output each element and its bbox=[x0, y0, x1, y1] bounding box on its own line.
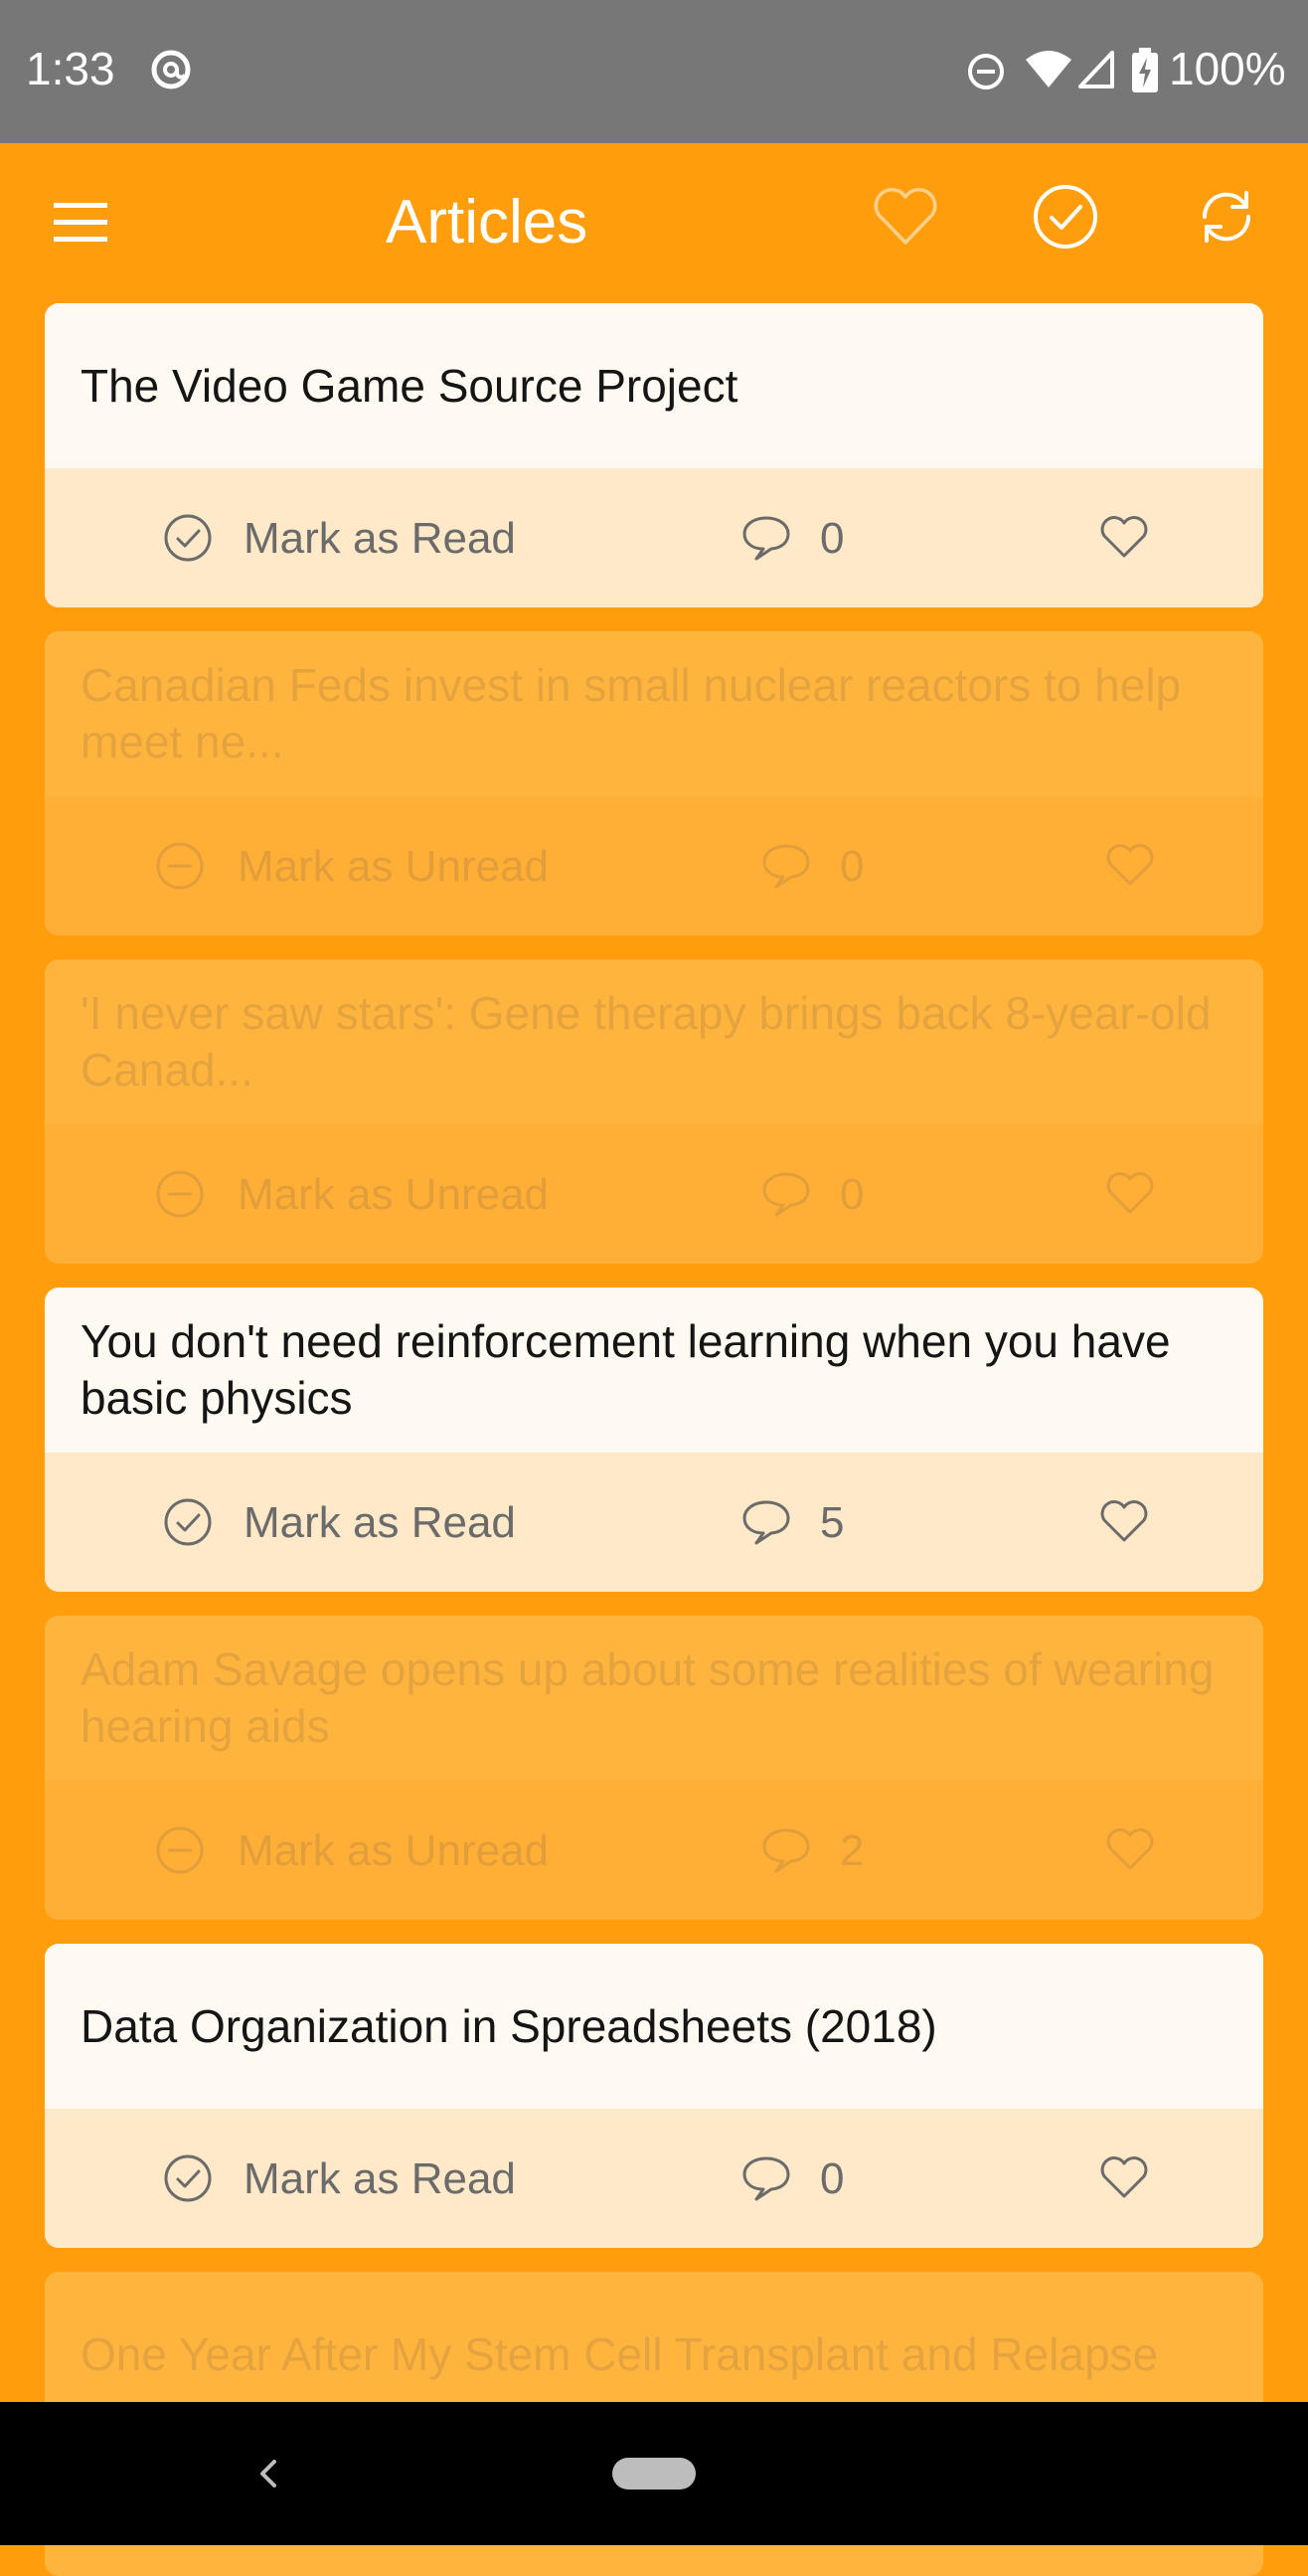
comment-count: 0 bbox=[840, 1170, 865, 1219]
article-actions: Mark as Read 0 bbox=[45, 468, 1263, 607]
mark-as-unread-button[interactable]: Mark as Unread bbox=[238, 1170, 549, 1220]
comment-count: 0 bbox=[840, 842, 865, 891]
article-card[interactable]: Adam Savage opens up about some realitie… bbox=[45, 1616, 1263, 1920]
mark-as-read-button[interactable]: Mark as Read bbox=[244, 2154, 516, 2204]
cell-signal-icon bbox=[1078, 51, 1114, 88]
minus-circle-icon[interactable] bbox=[154, 840, 206, 892]
article-actions: Mark as Read 5 bbox=[45, 1453, 1263, 1592]
minus-circle-icon[interactable] bbox=[154, 1824, 206, 1876]
heart-icon[interactable] bbox=[1098, 2152, 1150, 2204]
heart-icon[interactable] bbox=[1098, 512, 1150, 564]
heart-icon[interactable] bbox=[1104, 840, 1156, 892]
at-sign-icon bbox=[151, 50, 191, 89]
comment-icon[interactable] bbox=[760, 1168, 812, 1220]
wifi-icon bbox=[1026, 51, 1071, 87]
battery-percentage: 100% bbox=[1169, 43, 1286, 94]
heart-icon[interactable] bbox=[871, 183, 940, 253]
minus-circle-icon[interactable] bbox=[154, 1168, 206, 1220]
comment-icon[interactable] bbox=[740, 1496, 792, 1548]
check-circle-icon[interactable] bbox=[1030, 181, 1101, 253]
mark-as-read-button[interactable]: Mark as Read bbox=[244, 514, 516, 564]
back-icon[interactable] bbox=[248, 2450, 288, 2497]
comment-count: 2 bbox=[840, 1826, 865, 1875]
article-actions: Mark as Unread 0 bbox=[45, 1124, 1263, 1264]
comment-icon[interactable] bbox=[760, 840, 812, 892]
article-card[interactable]: Canadian Feds invest in small nuclear re… bbox=[45, 631, 1263, 936]
check-circle-icon[interactable] bbox=[162, 512, 214, 564]
mark-as-read-button[interactable]: Mark as Read bbox=[244, 1498, 516, 1548]
article-card[interactable]: 'I never saw stars': Gene therapy brings… bbox=[45, 959, 1263, 1264]
article-card[interactable]: You don't need reinforcement learning wh… bbox=[45, 1288, 1263, 1592]
app-bar: Articles bbox=[0, 143, 1308, 302]
article-title[interactable]: 'I never saw stars': Gene therapy brings… bbox=[45, 959, 1263, 1124]
article-title[interactable]: You don't need reinforcement learning wh… bbox=[45, 1288, 1263, 1453]
article-title[interactable]: The Video Game Source Project bbox=[45, 303, 1263, 468]
article-card[interactable]: The Video Game Source Project Mark as Re… bbox=[45, 303, 1263, 607]
refresh-icon[interactable] bbox=[1191, 181, 1262, 253]
status-time: 1:33 bbox=[26, 43, 115, 94]
comment-count: 0 bbox=[820, 2154, 845, 2203]
page-title: Articles bbox=[386, 188, 588, 257]
comment-icon[interactable] bbox=[760, 1824, 812, 1876]
comment-count: 0 bbox=[820, 514, 845, 563]
article-title[interactable]: Canadian Feds invest in small nuclear re… bbox=[45, 631, 1263, 796]
article-actions: Mark as Unread 0 bbox=[45, 796, 1263, 936]
navigation-bar bbox=[0, 2402, 1308, 2545]
check-circle-icon[interactable] bbox=[162, 2152, 214, 2204]
home-pill[interactable] bbox=[612, 2458, 696, 2490]
comment-count: 5 bbox=[820, 1498, 845, 1547]
check-circle-icon[interactable] bbox=[162, 1496, 214, 1548]
battery-charging-icon bbox=[1132, 48, 1158, 92]
article-card[interactable]: Data Organization in Spreadsheets (2018)… bbox=[45, 1944, 1263, 2248]
heart-icon[interactable] bbox=[1104, 1168, 1156, 1220]
heart-icon[interactable] bbox=[1098, 1496, 1150, 1548]
article-actions: Mark as Unread 2 bbox=[45, 1781, 1263, 1920]
status-bar: 1:33 100% bbox=[0, 0, 1308, 143]
comment-icon[interactable] bbox=[740, 2152, 792, 2204]
mark-as-unread-button[interactable]: Mark as Unread bbox=[238, 842, 549, 892]
heart-icon[interactable] bbox=[1104, 1824, 1156, 1876]
article-title[interactable]: Adam Savage opens up about some realitie… bbox=[45, 1616, 1263, 1781]
article-title[interactable]: Data Organization in Spreadsheets (2018) bbox=[45, 1944, 1263, 2109]
mark-as-unread-button[interactable]: Mark as Unread bbox=[238, 1826, 549, 1876]
menu-icon[interactable] bbox=[50, 193, 111, 253]
comment-icon[interactable] bbox=[740, 512, 792, 564]
article-actions: Mark as Read 0 bbox=[45, 2109, 1263, 2248]
do-not-disturb-icon bbox=[968, 54, 1004, 89]
